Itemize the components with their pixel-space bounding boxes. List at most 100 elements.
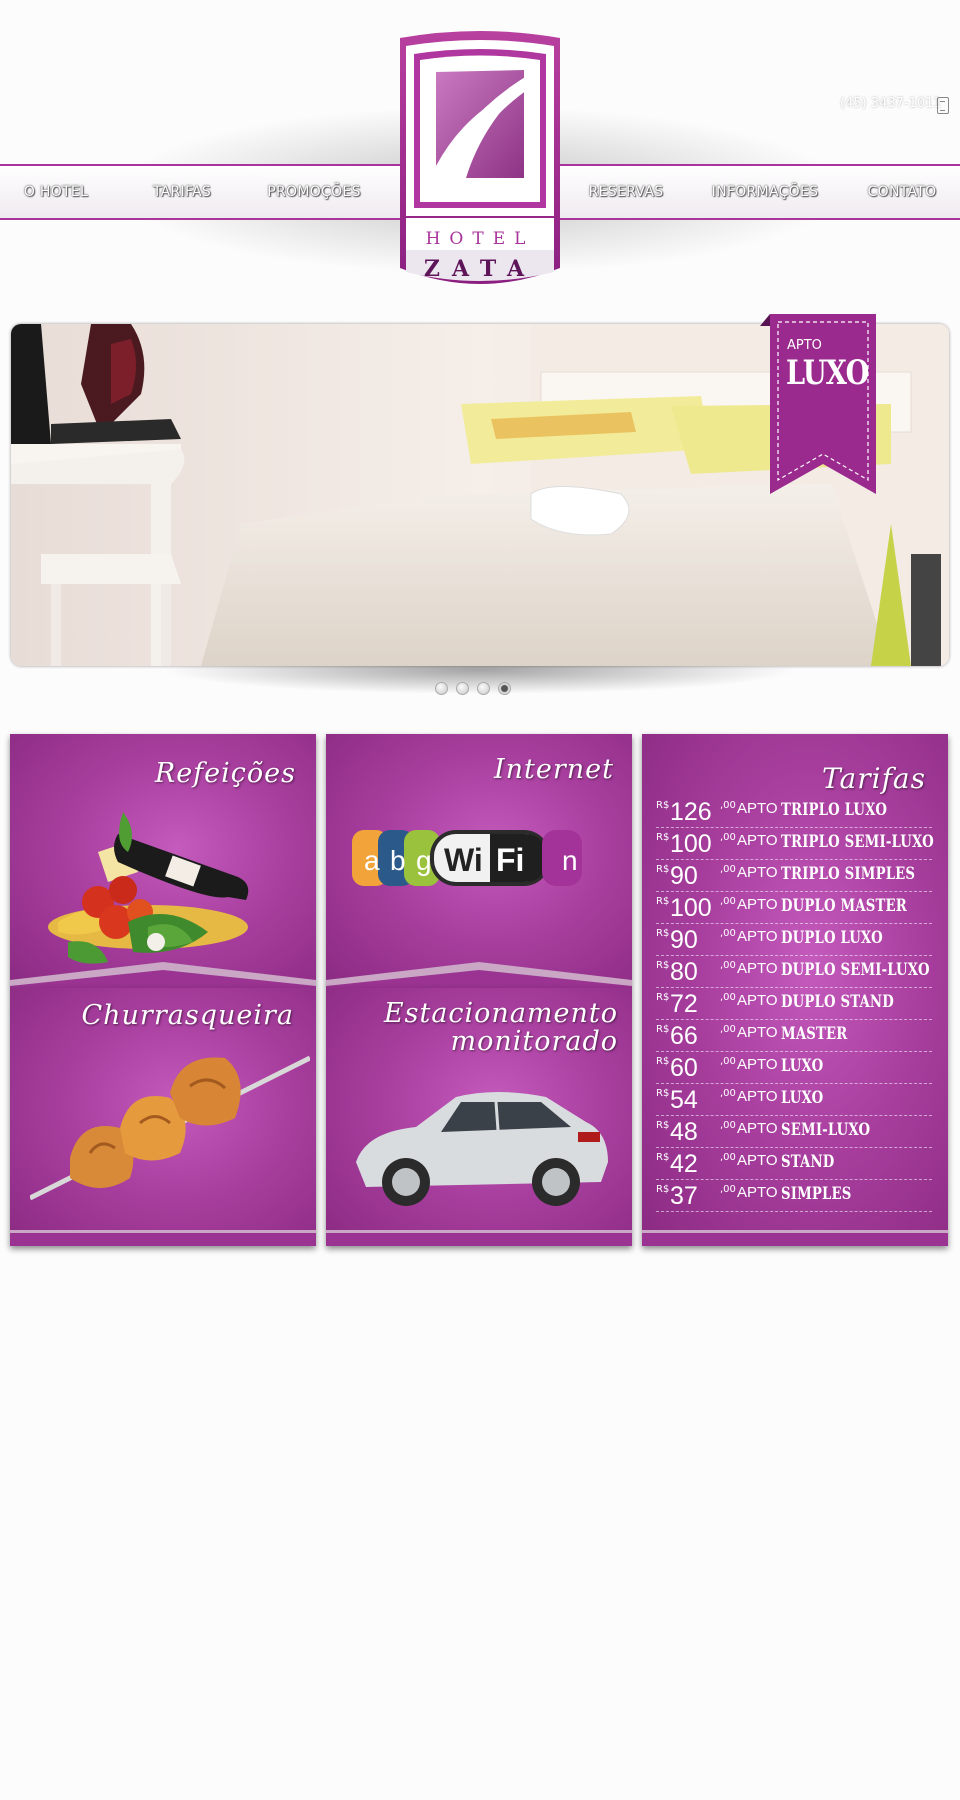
rate-apto-label: APTO	[737, 1088, 778, 1105]
slider-dot-4[interactable]	[498, 682, 511, 695]
rate-room-type: LUXO	[781, 1088, 824, 1108]
nav-item-promocoes[interactable]: PROMOÇÕES	[258, 166, 370, 218]
rate-apto-label: APTO	[737, 1056, 778, 1073]
rate-value: 48	[670, 1118, 698, 1146]
rate-cents: ,00	[720, 864, 736, 875]
rate-row[interactable]: R$ 90 ,00 APTO TRIPLO SIMPLES	[656, 860, 932, 892]
rate-cents: ,00	[720, 960, 736, 971]
rate-currency: R$	[656, 800, 670, 811]
rate-value: 66	[670, 1022, 698, 1050]
rate-value: 90	[670, 926, 698, 954]
meals-image	[48, 812, 249, 964]
internet-panel[interactable]: Internet a b g Wi Fi n	[326, 734, 632, 988]
rate-row[interactable]: R$ 100 ,00 APTO TRIPLO SEMI-LUXO	[656, 828, 934, 860]
ribbon-label-big: LUXO	[786, 353, 869, 393]
rate-value: 80	[670, 958, 698, 986]
rate-room-type: DUPLO SEMI-LUXO	[781, 960, 930, 980]
wifi-letter-n: n	[562, 845, 578, 876]
rate-room-type: DUPLO MASTER	[781, 896, 907, 916]
internet-divider	[326, 962, 632, 988]
rate-apto-label: APTO	[737, 1120, 778, 1137]
rate-row[interactable]: R$ 126 ,00 APTO TRIPLO LUXO	[656, 796, 932, 828]
rate-apto-label: APTO	[737, 832, 778, 849]
slider-dot-3[interactable]	[477, 682, 490, 695]
parking-panel[interactable]: Estacionamento monitorado	[326, 988, 632, 1246]
wifi-badge: a b g Wi Fi n	[352, 830, 582, 886]
rate-apto-label: APTO	[737, 800, 778, 817]
ribbon-label-small: APTO	[787, 338, 822, 353]
rate-row[interactable]: R$ 72 ,00 APTO DUPLO STAND	[656, 988, 932, 1020]
parking-title-line1: Estacionamento	[383, 998, 618, 1029]
rate-cents: ,00	[720, 1088, 736, 1099]
internet-title: Internet	[493, 754, 614, 785]
meals-title: Refeições	[154, 758, 296, 789]
rate-value: 90	[670, 862, 698, 890]
nav-item-tarifas[interactable]: TARIFAS	[126, 166, 238, 218]
rate-cents: ,00	[720, 1152, 736, 1163]
rates-footer-band	[642, 1230, 948, 1246]
rate-cents: ,00	[720, 1120, 736, 1131]
rate-currency: R$	[656, 832, 670, 843]
rate-value: 60	[670, 1054, 698, 1082]
rate-currency: R$	[656, 1088, 670, 1099]
meals-panel[interactable]: Refeições	[10, 734, 316, 988]
wifi-letter-a: a	[364, 845, 380, 876]
rate-currency: R$	[656, 992, 670, 1003]
slider-dot-1[interactable]	[435, 682, 448, 695]
rate-room-type: TRIPLO SEMI-LUXO	[781, 832, 934, 852]
rate-room-type: TRIPLO LUXO	[781, 800, 888, 820]
rate-currency: R$	[656, 864, 670, 875]
barbecue-panel[interactable]: Churrasqueira	[10, 988, 316, 1246]
rate-apto-label: APTO	[737, 1152, 778, 1169]
rate-room-type: DUPLO STAND	[781, 992, 894, 1012]
barbecue-title: Churrasqueira	[81, 1000, 294, 1031]
rates-panel: Tarifas R$ 126,00 APTO TRIPLO LUXO R$ 100,00 A…	[642, 734, 948, 1246]
rate-room-type: SIMPLES	[781, 1184, 852, 1204]
rate-currency: R$	[656, 1120, 670, 1131]
logo-hotel-text: HOTEL	[426, 229, 535, 249]
rate-room-type: STAND	[781, 1152, 835, 1172]
rate-value: 54	[670, 1086, 698, 1114]
rate-row[interactable]: R$ 90 ,00 APTO DUPLO LUXO	[656, 924, 932, 956]
rate-row[interactable]: R$ 48 ,00 APTO SEMI-LUXO	[656, 1116, 932, 1148]
rate-row[interactable]: R$ 60 ,00 APTO LUXO	[656, 1052, 932, 1084]
barbecue-skewer-image	[30, 1055, 310, 1201]
nav-item-reservas[interactable]: RESERVAS	[570, 166, 682, 218]
rate-value: 37	[670, 1182, 698, 1210]
rate-currency: R$	[656, 1056, 670, 1067]
parking-title-line2: monitorado	[450, 1026, 618, 1058]
rate-currency: R$	[656, 928, 670, 939]
slider-dot-2[interactable]	[456, 682, 469, 695]
rate-currency: R$	[656, 896, 670, 907]
rate-cents: ,00	[720, 928, 736, 939]
rate-currency: R$	[656, 1152, 670, 1163]
rate-row[interactable]: R$ 37 ,00 APTO SIMPLES	[656, 1180, 932, 1212]
barbecue-footer-band	[10, 1230, 316, 1246]
parking-footer-band	[326, 1230, 632, 1246]
rate-apto-label: APTO	[737, 864, 778, 881]
nav-item-o-hotel[interactable]: O HOTEL	[0, 166, 112, 218]
rate-apto-label: APTO	[737, 1024, 778, 1041]
rate-row[interactable]: R$ 54 ,00 APTO LUXO	[656, 1084, 932, 1116]
rate-row[interactable]: R$ 80 ,00 APTO DUPLO SEMI-LUXO	[656, 956, 932, 988]
rate-value: 42	[670, 1150, 698, 1178]
rate-cents: ,00	[720, 896, 736, 907]
wifi-text-fi: Fi	[496, 842, 524, 878]
rate-row[interactable]: R$ 66 ,00 APTO MASTER	[656, 1020, 932, 1052]
rate-value: 100	[670, 894, 712, 922]
rate-row[interactable]: R$ 100 ,00 APTO DUPLO MASTER	[656, 892, 932, 924]
rate-room-type: LUXO	[781, 1056, 824, 1076]
rates-title: Tarifas	[822, 762, 926, 795]
rate-apto-label: APTO	[737, 896, 778, 913]
hotel-zata-logo[interactable]: HOTEL ZATA	[396, 28, 564, 293]
rate-row[interactable]: R$ 42 ,00 APTO STAND	[656, 1148, 932, 1180]
nav-item-contato[interactable]: CONTATO	[850, 166, 954, 218]
logo-zata-text: ZATA	[424, 256, 536, 282]
rate-currency: R$	[656, 1184, 670, 1195]
rate-cents: ,00	[720, 832, 736, 843]
wifi-text-wi: Wi	[444, 842, 483, 878]
rate-room-type: DUPLO LUXO	[781, 928, 883, 948]
rate-value: 100	[670, 830, 712, 858]
rate-cents: ,00	[720, 1184, 736, 1195]
nav-item-informacoes[interactable]: INFORMAÇÕES	[705, 166, 825, 218]
